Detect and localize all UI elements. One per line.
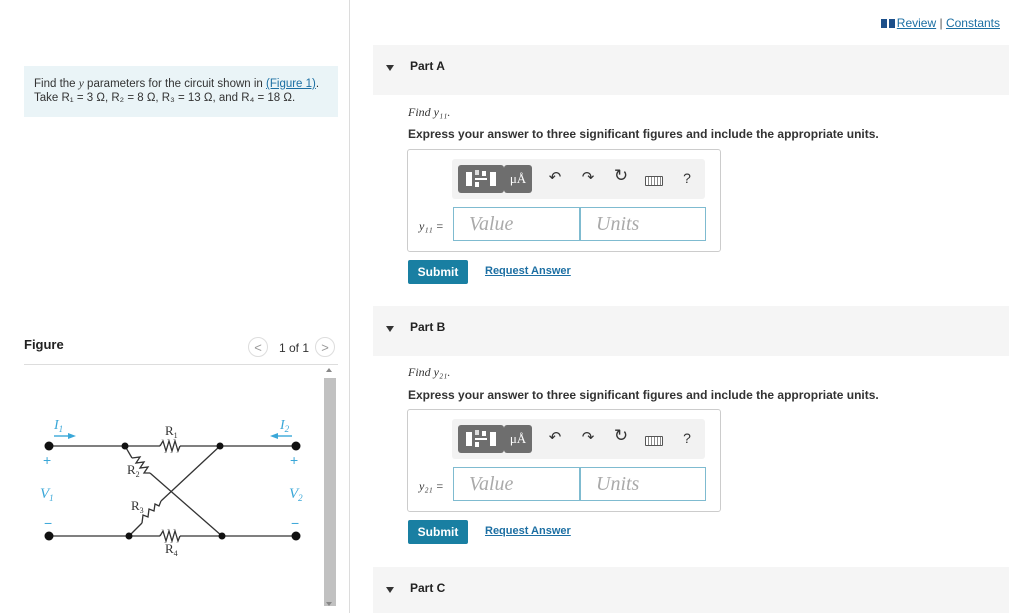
scroll-down-arrow-icon[interactable] bbox=[326, 602, 332, 606]
figure-scrollbar[interactable] bbox=[322, 366, 338, 613]
part-b-find: Find y₂₁. bbox=[408, 365, 451, 379]
problem-statement: Find the y parameters for the circuit sh… bbox=[24, 66, 338, 117]
prev-figure-button[interactable]: < bbox=[248, 337, 268, 357]
circuit-diagram: I1 I2 V1 V2 + + − − R1 R2 R3 R4 bbox=[40, 418, 303, 558]
part-a-answer-box: μÅ ↶ ↷ ↻ ? y₁₁ = Value Units bbox=[407, 149, 721, 252]
svg-text:R2: R2 bbox=[127, 462, 140, 479]
part-b-instruction: Express your answer to three significant… bbox=[408, 388, 879, 402]
svg-text:R3: R3 bbox=[131, 498, 144, 515]
redo-icon[interactable]: ↷ bbox=[577, 168, 599, 186]
label-v2-sub: 2 bbox=[298, 493, 303, 503]
undo-icon[interactable]: ↶ bbox=[544, 168, 566, 186]
problem-text-post: . bbox=[315, 78, 320, 90]
figure-divider bbox=[24, 364, 338, 365]
book-icon bbox=[880, 19, 895, 28]
svg-text:R1: R1 bbox=[165, 423, 178, 440]
svg-text:R4: R4 bbox=[165, 541, 178, 558]
templates-button[interactable] bbox=[458, 425, 504, 453]
label-v1-minus: − bbox=[44, 515, 52, 531]
part-a-find: Find y₁₁. bbox=[408, 105, 451, 119]
reset-icon[interactable]: ↻ bbox=[610, 426, 632, 446]
collapse-triangle-icon[interactable] bbox=[386, 65, 394, 71]
label-r4: R bbox=[165, 541, 174, 556]
units-button[interactable]: μÅ bbox=[504, 425, 532, 453]
part-b-submit-button[interactable]: Submit bbox=[408, 520, 468, 544]
svg-text:V2: V2 bbox=[289, 486, 303, 503]
part-b-header[interactable]: Part B bbox=[373, 306, 1009, 356]
label-r3: R bbox=[131, 498, 140, 513]
part-c-header[interactable]: Part C bbox=[373, 567, 1009, 613]
next-figure-button[interactable]: > bbox=[315, 337, 335, 357]
svg-text:I2: I2 bbox=[279, 418, 290, 434]
problem-text-mid: parameters for the circuit shown in bbox=[83, 78, 267, 90]
part-a-submit-button[interactable]: Submit bbox=[408, 260, 468, 284]
label-i1-sub: 1 bbox=[59, 424, 64, 434]
figure-link[interactable]: (Figure 1) bbox=[266, 78, 316, 90]
label-r1: R bbox=[165, 423, 174, 438]
units-button[interactable]: μÅ bbox=[504, 165, 532, 193]
help-icon[interactable]: ? bbox=[676, 170, 698, 186]
part-a-eq-label: y₁₁ = bbox=[419, 219, 444, 233]
undo-icon[interactable]: ↶ bbox=[544, 428, 566, 446]
part-b-eq-label: y₂₁ = bbox=[419, 479, 444, 493]
part-a-math-toolbar: μÅ ↶ ↷ ↻ ? bbox=[452, 159, 705, 199]
label-r3-sub: 3 bbox=[140, 506, 144, 515]
svg-text:V1: V1 bbox=[40, 486, 54, 503]
label-v1-plus: + bbox=[43, 452, 51, 468]
part-a-value-input[interactable]: Value bbox=[453, 207, 580, 241]
label-r2-sub: 2 bbox=[136, 470, 140, 479]
left-panel: Find the y parameters for the circuit sh… bbox=[0, 0, 350, 613]
svg-text:I1: I1 bbox=[53, 418, 63, 434]
scroll-thumb[interactable] bbox=[324, 378, 336, 606]
part-a-request-answer-link[interactable]: Request Answer bbox=[485, 265, 571, 277]
keyboard-icon[interactable] bbox=[645, 176, 663, 186]
part-a-units-input[interactable]: Units bbox=[580, 207, 706, 241]
figure-count: 1 of 1 bbox=[279, 341, 310, 355]
keyboard-icon[interactable] bbox=[645, 436, 663, 446]
label-i2-sub: 2 bbox=[285, 424, 290, 434]
review-link[interactable]: Review bbox=[897, 16, 936, 30]
link-separator: | bbox=[939, 16, 943, 30]
part-b-units-input[interactable]: Units bbox=[580, 467, 706, 501]
redo-icon[interactable]: ↷ bbox=[577, 428, 599, 446]
part-a-title: Part A bbox=[410, 59, 445, 73]
part-b-answer-box: μÅ ↶ ↷ ↻ ? y₂₁ = Value Units bbox=[407, 409, 721, 512]
help-icon[interactable]: ? bbox=[676, 430, 698, 446]
label-r4-sub: 4 bbox=[174, 549, 178, 558]
scroll-up-arrow-icon[interactable] bbox=[326, 368, 332, 372]
label-r1-sub: 1 bbox=[174, 431, 178, 440]
part-a-instruction: Express your answer to three significant… bbox=[408, 127, 879, 141]
label-r2: R bbox=[127, 462, 136, 477]
part-c-title: Part C bbox=[410, 581, 446, 595]
collapse-triangle-icon[interactable] bbox=[386, 587, 394, 593]
label-v2-plus: + bbox=[290, 452, 298, 468]
problem-text-pre: Find the bbox=[34, 78, 79, 90]
part-b-title: Part B bbox=[410, 320, 446, 334]
templates-button[interactable] bbox=[458, 165, 504, 193]
part-b-math-toolbar: μÅ ↶ ↷ ↻ ? bbox=[452, 419, 705, 459]
problem-values: Take R₁ = 3 Ω, R₂ = 8 Ω, R₃ = 13 Ω, and … bbox=[34, 92, 296, 104]
figure-title: Figure bbox=[24, 337, 64, 352]
label-v1-sub: 1 bbox=[49, 493, 54, 503]
part-a-header[interactable]: Part A bbox=[373, 45, 1009, 95]
collapse-triangle-icon[interactable] bbox=[386, 326, 394, 332]
part-b-value-input[interactable]: Value bbox=[453, 467, 580, 501]
reset-icon[interactable]: ↻ bbox=[610, 166, 632, 186]
part-b-request-answer-link[interactable]: Request Answer bbox=[485, 525, 571, 537]
label-v2-minus: − bbox=[291, 515, 299, 531]
constants-link[interactable]: Constants bbox=[946, 16, 1000, 30]
top-links: Review | Constants bbox=[880, 16, 1000, 30]
